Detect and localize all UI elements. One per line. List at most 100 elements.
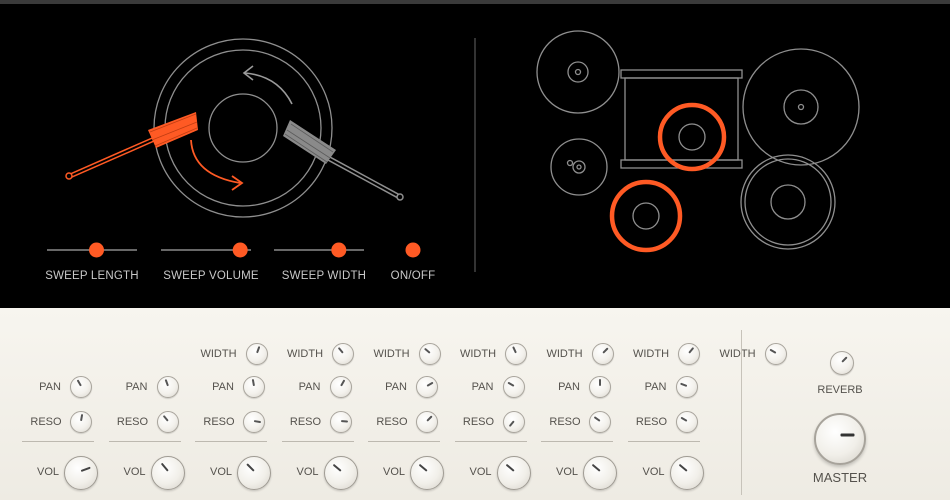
brush-icon xyxy=(65,112,198,180)
kit-ride-cymbal[interactable] xyxy=(742,48,860,166)
reso-label: RESO xyxy=(116,416,149,428)
channel-divider xyxy=(281,441,354,442)
knob-indicator xyxy=(246,463,255,472)
knob-indicator xyxy=(80,413,84,422)
knob-indicator xyxy=(251,378,255,387)
knob-indicator xyxy=(840,433,854,437)
knob-indicator xyxy=(160,462,169,472)
on-off-label: ON/OFF xyxy=(390,270,436,282)
width-label: WIDTH xyxy=(632,348,670,360)
master-label: MASTER xyxy=(812,470,868,485)
vol-knob-ch7[interactable] xyxy=(583,456,617,490)
knob-indicator xyxy=(768,348,776,354)
knob-indicator xyxy=(162,414,169,422)
reso-knob-ch8[interactable] xyxy=(675,411,698,433)
width-label: WIDTH xyxy=(719,348,756,360)
pan-knob-ch5[interactable] xyxy=(416,376,438,398)
pan-knob-ch8[interactable] xyxy=(675,376,698,398)
knob-indicator xyxy=(599,379,601,386)
sweep-volume-thumb[interactable] xyxy=(232,242,248,258)
reverb-knob[interactable] xyxy=(830,351,854,375)
kit-bass-drum[interactable] xyxy=(620,69,743,169)
width-knob-ch4[interactable] xyxy=(418,343,441,365)
drum-kit-icon xyxy=(536,30,860,253)
vol-knob-ch8[interactable] xyxy=(669,456,704,490)
brush-visual xyxy=(47,30,860,272)
width-label: WIDTH xyxy=(546,348,583,360)
knob-indicator xyxy=(418,463,428,472)
width-label: WIDTH xyxy=(286,348,324,360)
master-knob[interactable] xyxy=(814,413,866,465)
channel-divider xyxy=(195,441,267,442)
kit-floor-tom[interactable] xyxy=(740,154,836,250)
knob-indicator xyxy=(423,347,431,354)
width-knob-ch2[interactable] xyxy=(245,343,268,365)
width-knob-ch8[interactable] xyxy=(764,343,787,365)
knob-indicator xyxy=(339,379,345,387)
sweep-direction-arrow xyxy=(190,139,244,191)
channel-divider xyxy=(368,441,440,442)
kit-hihat[interactable] xyxy=(536,30,620,114)
sweep-volume-slider[interactable] xyxy=(161,242,251,258)
knob-indicator xyxy=(426,415,433,422)
knob-indicator xyxy=(678,463,688,472)
width-knob-ch7[interactable] xyxy=(678,343,700,365)
reso-label: RESO xyxy=(462,416,495,428)
knob-indicator xyxy=(508,420,515,428)
reso-knob-ch1[interactable] xyxy=(70,411,92,433)
channel-divider xyxy=(22,441,94,442)
channel-divider xyxy=(454,441,527,442)
sweep-width-label: SWEEP WIDTH xyxy=(281,270,367,282)
kit-small-tom[interactable] xyxy=(550,138,608,196)
sweep-length-slider[interactable] xyxy=(47,242,137,258)
pan-knob-ch2[interactable] xyxy=(156,376,179,398)
reso-knob-ch2[interactable] xyxy=(156,411,179,433)
vol-knob-ch4[interactable] xyxy=(323,456,358,490)
on-off-toggle[interactable] xyxy=(405,242,421,258)
vol-knob-ch3[interactable] xyxy=(237,456,271,490)
reso-knob-ch3[interactable] xyxy=(243,411,265,433)
vol-knob-ch6[interactable] xyxy=(496,456,531,490)
reso-label: RESO xyxy=(203,416,235,428)
pan-knob-ch6[interactable] xyxy=(502,376,525,398)
knob-indicator xyxy=(512,346,517,354)
reso-label: RESO xyxy=(549,416,581,428)
pan-knob-ch1[interactable] xyxy=(70,376,92,398)
pan-knob-ch7[interactable] xyxy=(589,376,611,398)
reso-knob-ch7[interactable] xyxy=(589,411,611,433)
vol-knob-ch1[interactable] xyxy=(64,456,98,490)
brush-icon xyxy=(283,120,404,201)
reso-knob-ch6[interactable] xyxy=(502,411,525,433)
sweep-length-thumb[interactable] xyxy=(89,242,104,258)
vol-knob-ch5[interactable] xyxy=(410,456,444,490)
reso-knob-ch4[interactable] xyxy=(329,411,352,433)
reverb-label: REVERB xyxy=(817,384,863,396)
channel-divider xyxy=(541,441,613,442)
sweep-length-label: SWEEP LENGTH xyxy=(45,270,139,282)
pan-knob-ch3[interactable] xyxy=(243,376,265,398)
knob-indicator xyxy=(841,356,848,363)
knob-indicator xyxy=(332,463,342,472)
reso-knob-ch5[interactable] xyxy=(416,411,438,433)
knob-indicator xyxy=(253,420,262,424)
sweep-width-thumb[interactable] xyxy=(331,242,347,258)
knob-indicator xyxy=(593,416,601,422)
reso-label: RESO xyxy=(30,416,62,428)
pan-knob-ch4[interactable] xyxy=(329,376,352,398)
reso-label: RESO xyxy=(635,416,668,428)
reso-label: RESO xyxy=(289,416,322,428)
sweep-volume-label: SWEEP VOLUME xyxy=(163,270,259,282)
knob-indicator xyxy=(679,416,687,422)
width-knob-ch6[interactable] xyxy=(591,343,614,365)
channel-divider xyxy=(108,441,181,442)
vol-knob-ch2[interactable] xyxy=(150,456,185,490)
width-knob-ch5[interactable] xyxy=(505,343,527,365)
kit-snare[interactable] xyxy=(609,179,683,253)
width-knob-ch3[interactable] xyxy=(332,343,354,365)
master-divider xyxy=(741,330,742,495)
reso-label: RESO xyxy=(376,416,408,428)
knob-indicator xyxy=(337,346,344,354)
width-label: WIDTH xyxy=(373,348,410,360)
sweep-return-arrow xyxy=(242,65,293,105)
sweep-width-slider[interactable] xyxy=(274,242,364,258)
